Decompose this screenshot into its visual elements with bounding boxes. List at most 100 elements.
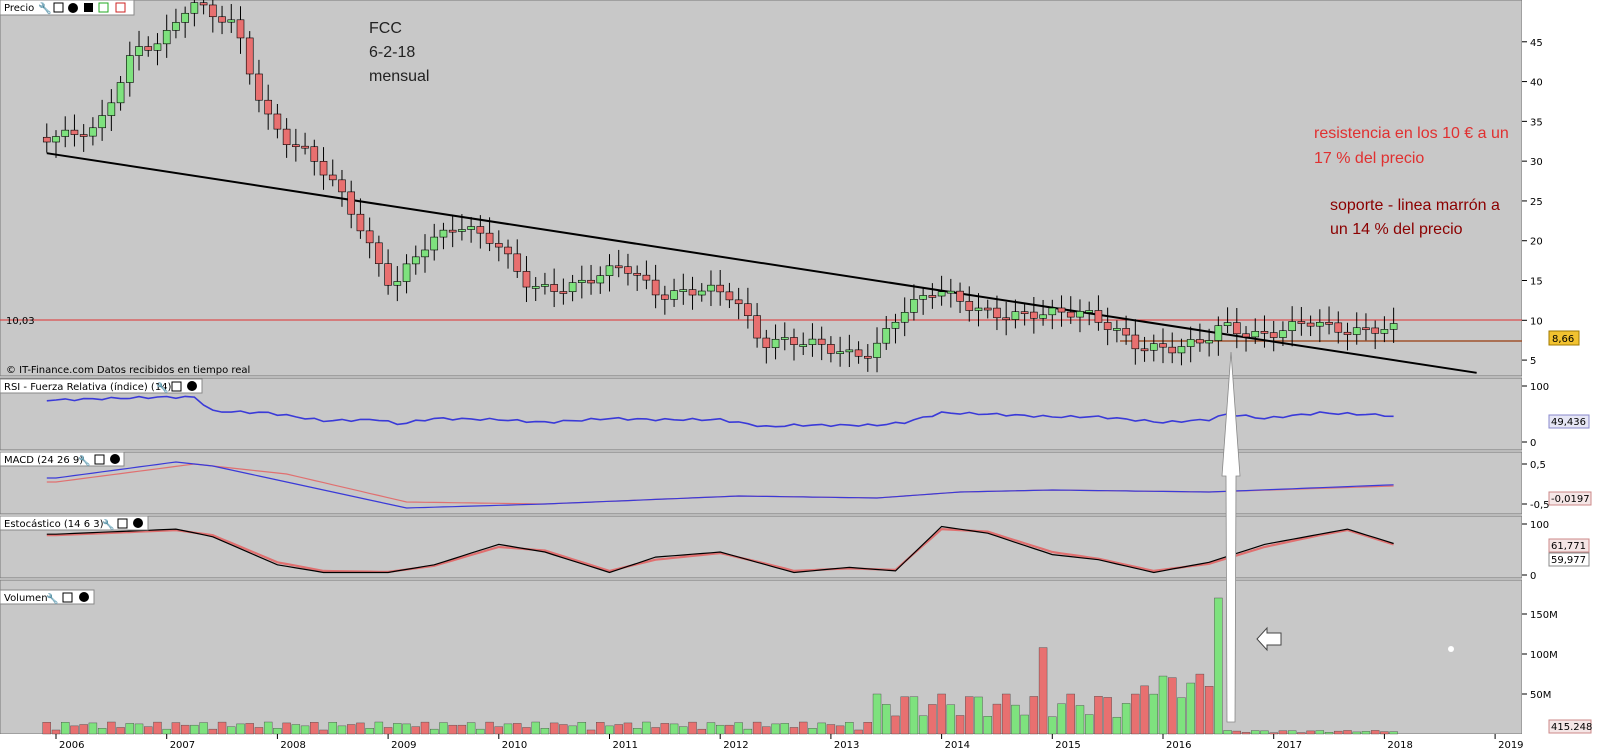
wrench-icon[interactable]: 🔧 [78, 454, 90, 467]
annotation-resistance-2: 17 % del precio [1314, 150, 1424, 167]
volume-bar [688, 721, 697, 735]
close-icon[interactable] [110, 454, 120, 464]
close-icon[interactable] [187, 381, 197, 391]
volume-bar [1177, 697, 1186, 735]
candle [707, 284, 715, 292]
volume-bar [697, 728, 706, 735]
volume-bar [1343, 730, 1352, 735]
volume-bar [586, 729, 596, 735]
candle [1085, 310, 1093, 313]
candle [1297, 321, 1306, 324]
volume-bar [918, 715, 928, 735]
close-icon[interactable] [79, 592, 89, 602]
candle [1066, 311, 1075, 318]
candle [568, 282, 577, 293]
wrench-icon[interactable]: 🔧 [102, 518, 114, 531]
volume-bar [476, 728, 485, 735]
macd-panel[interactable] [0, 451, 1523, 515]
stoch-panel[interactable] [0, 515, 1523, 579]
volume-bar [402, 723, 411, 735]
candle [467, 226, 475, 230]
candle [808, 338, 817, 345]
volume-bar [817, 722, 826, 735]
wrench-icon[interactable]: 🔧 [46, 592, 58, 605]
volume-bar [263, 721, 273, 735]
volume-bar [153, 721, 162, 735]
window-icon[interactable] [117, 518, 128, 529]
candle [827, 344, 835, 354]
candle [836, 351, 844, 354]
candle [873, 342, 881, 358]
window-icon[interactable] [53, 2, 64, 13]
candle [965, 301, 974, 311]
candle [513, 253, 522, 272]
volume-bar [273, 728, 282, 735]
annotation-period: mensual [369, 68, 429, 85]
candle [780, 337, 789, 340]
volume-bar [965, 696, 974, 735]
candle [1288, 321, 1296, 331]
volume-bar [1186, 682, 1195, 735]
candle [153, 43, 162, 51]
x-tick-label: 2012 [723, 740, 748, 751]
volume-bar [1269, 732, 1278, 735]
volume-bar [171, 722, 181, 735]
volume-panel[interactable] [0, 579, 1523, 735]
volume-bar [1306, 730, 1315, 735]
volume-bar [254, 727, 264, 735]
volume-bar [780, 723, 789, 735]
volume-bar [522, 727, 531, 735]
wrench-icon[interactable]: 🔧 [38, 1, 52, 15]
candle [1177, 346, 1186, 354]
candle [661, 294, 669, 300]
wrench-icon[interactable]: 🔧 [156, 381, 168, 394]
candle [504, 246, 512, 255]
export-green-icon[interactable] [98, 2, 109, 13]
volume-bar [549, 722, 559, 735]
y-tick-label: 20 [1530, 237, 1543, 248]
candle [1094, 310, 1103, 323]
candle [891, 321, 900, 329]
volume-bar [107, 721, 116, 735]
svg-text:415.248: 415.248 [1551, 722, 1592, 733]
x-tick-label: 2008 [280, 740, 305, 751]
y-tick-label: 0,5 [1530, 460, 1546, 471]
resistance-ref-label: 10,03 [6, 316, 35, 327]
candle [734, 299, 743, 305]
candle [319, 161, 328, 176]
stoch-title-bar: Estocástico (14 6 3) 🔧 [0, 515, 149, 531]
candle [255, 73, 263, 101]
candle [245, 37, 254, 75]
window-icon[interactable] [171, 381, 182, 392]
candle [476, 226, 485, 234]
volume-bar [300, 725, 310, 735]
candle [854, 349, 863, 357]
volume-bar [568, 725, 577, 735]
candle [1131, 334, 1140, 350]
annotation-support-2: un 14 % del precio [1330, 221, 1463, 238]
candle [1260, 331, 1269, 334]
volume-bar [1334, 730, 1343, 735]
volume-bar [134, 723, 144, 735]
volume-bar [1011, 704, 1020, 735]
volume-bar [1251, 730, 1260, 735]
volume-bar [1066, 693, 1075, 735]
volume-bar [1315, 730, 1325, 735]
svg-text:59,977: 59,977 [1551, 555, 1586, 566]
export-red-icon[interactable] [115, 2, 126, 13]
candle [1279, 330, 1287, 338]
volume-bar [1121, 703, 1131, 735]
add-icon[interactable] [84, 3, 93, 12]
window-icon[interactable] [62, 592, 73, 603]
volume-bar [383, 727, 393, 735]
rsi-panel[interactable] [0, 377, 1523, 451]
window-icon[interactable] [94, 454, 105, 465]
candle [1389, 323, 1398, 330]
volume-bar [190, 724, 199, 735]
close-icon[interactable] [68, 3, 78, 13]
volume-bar [513, 723, 522, 735]
close-icon[interactable] [133, 518, 143, 528]
candle [882, 328, 891, 344]
volume-bar [1232, 730, 1242, 735]
candle [430, 236, 439, 251]
